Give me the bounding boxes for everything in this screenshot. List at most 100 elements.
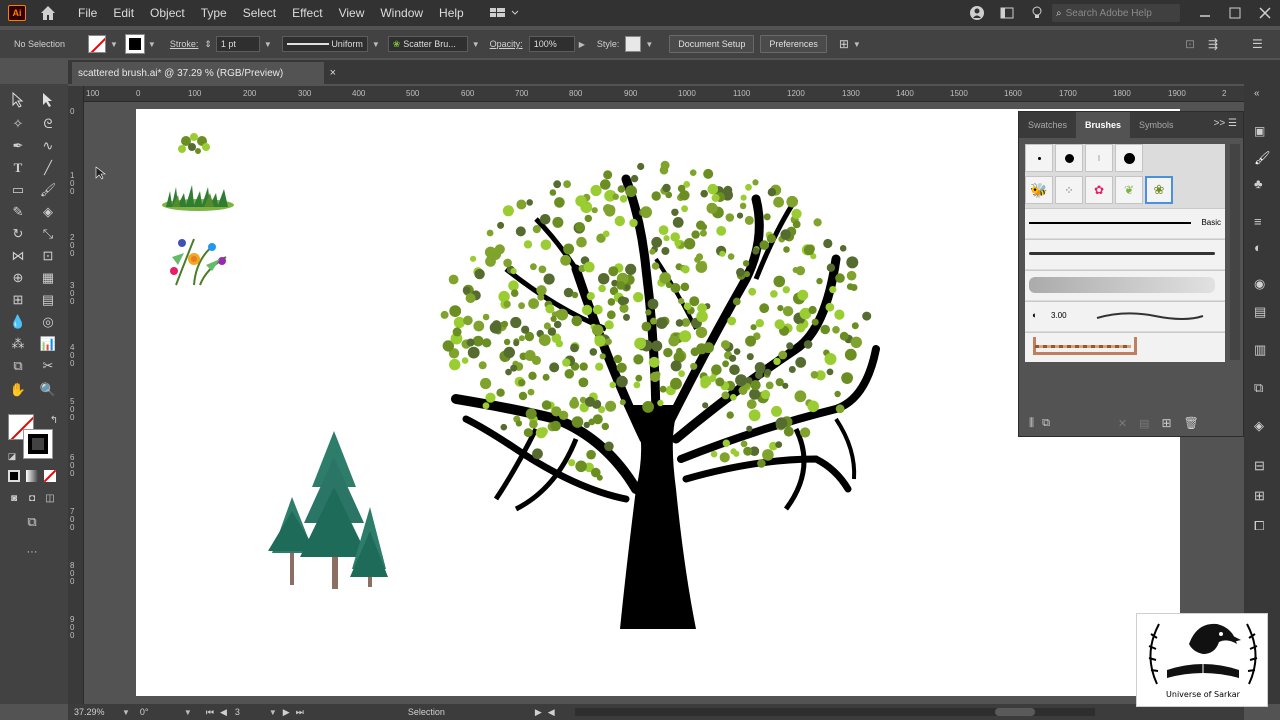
perspective-grid-tool-icon[interactable]: ▦ xyxy=(38,268,58,288)
blend-tool-icon[interactable]: ◎ xyxy=(38,312,58,332)
lasso-tool-icon[interactable]: ᘓ xyxy=(38,114,58,134)
direct-selection-tool-icon[interactable] xyxy=(38,90,58,110)
libraries-icon[interactable]: ▣ xyxy=(1254,124,1272,140)
shape-builder-tool-icon[interactable]: ⊕ xyxy=(8,268,28,288)
rotation-value[interactable]: 0° xyxy=(140,707,180,717)
rotate-tool-icon[interactable]: ↻ xyxy=(8,224,28,244)
align-panel-icon[interactable]: ⊞ xyxy=(1254,488,1272,504)
fill-dropdown-icon[interactable]: ▼ xyxy=(110,40,118,49)
fill-swatch[interactable] xyxy=(88,35,106,53)
brushes-panel-icon[interactable]: 🖌 xyxy=(1254,150,1272,166)
eraser-tool-icon[interactable]: ◈ xyxy=(38,202,58,222)
horizontal-scroll-left-icon[interactable]: ◀ xyxy=(548,707,555,718)
stroke-swatch[interactable] xyxy=(124,34,145,54)
workspace-switcher-icon[interactable] xyxy=(489,6,520,20)
menu-effect[interactable]: Effect xyxy=(284,6,330,20)
rotation-dropdown-icon[interactable]: ▼ xyxy=(184,708,192,717)
document-tab[interactable]: scattered brush.ai* @ 37.29 % (RGB/Previ… xyxy=(72,62,336,84)
default-fill-stroke-icon[interactable]: ◪ xyxy=(2,446,22,466)
brush-definition[interactable]: ❀ Scatter Bru... xyxy=(387,36,468,52)
previous-artboard-icon[interactable]: ◀ xyxy=(220,707,227,718)
appearance-panel-icon[interactable]: ◉ xyxy=(1254,276,1272,292)
brush-basic[interactable]: Basic xyxy=(1025,208,1225,238)
remove-brush-stroke-icon[interactable]: ✕ xyxy=(1118,417,1127,430)
change-screen-mode-icon[interactable]: ⧉ xyxy=(22,512,42,532)
column-graph-tool-icon[interactable]: 📊 xyxy=(38,334,58,354)
status-menu-icon[interactable]: ▶ xyxy=(535,707,542,718)
hand-tool-icon[interactable]: ✋ xyxy=(8,380,28,400)
brush-dot-medium[interactable] xyxy=(1055,144,1083,172)
stroke-stepper-icon[interactable]: ⇕ xyxy=(204,39,212,50)
mesh-tool-icon[interactable]: ⊞ xyxy=(8,290,28,310)
scale-tool-icon[interactable]: ⤡ xyxy=(38,224,58,244)
stroke-label[interactable]: Stroke: xyxy=(170,39,199,49)
line-segment-tool-icon[interactable]: ╱ xyxy=(38,158,58,178)
draw-inside-icon[interactable]: ◫ xyxy=(40,488,60,508)
draw-behind-icon[interactable]: ◘ xyxy=(22,488,42,508)
zoom-level[interactable]: 37.29% xyxy=(74,707,118,717)
style-dropdown-icon[interactable]: ▼ xyxy=(645,40,653,49)
selection-tool-icon[interactable] xyxy=(8,90,28,110)
delete-brush-icon[interactable]: 🗑 xyxy=(1184,416,1199,430)
opacity-label[interactable]: Opacity: xyxy=(490,39,523,49)
menu-select[interactable]: Select xyxy=(235,6,284,20)
draw-normal-icon[interactable]: ◙ xyxy=(4,488,24,508)
stroke-color-box[interactable] xyxy=(23,429,53,459)
align-options-icon[interactable]: ⊞ xyxy=(839,37,849,51)
brush-watercolor[interactable] xyxy=(1025,270,1225,300)
graphic-style-swatch[interactable] xyxy=(625,36,642,52)
maximize-icon[interactable] xyxy=(1228,6,1242,20)
free-transform-tool-icon[interactable]: ⊡ xyxy=(38,246,58,266)
brush-calligraphic[interactable]: ◖ 3.00 xyxy=(1025,301,1225,331)
panel-scrollbar[interactable] xyxy=(1230,144,1240,360)
help-search-input[interactable]: ⌕ Search Adobe Help xyxy=(1052,4,1180,22)
brush-libraries-menu-icon[interactable]: ⫼ xyxy=(1029,417,1034,430)
asset-export-icon[interactable]: ⊟ xyxy=(1254,458,1272,474)
brush-dropdown-icon[interactable]: ▼ xyxy=(472,40,480,49)
last-artboard-icon[interactable]: ⏭ xyxy=(296,707,304,718)
brush-charcoal[interactable] xyxy=(1025,239,1225,269)
menu-window[interactable]: Window xyxy=(372,6,431,20)
gradient-tool-icon[interactable]: ▤ xyxy=(38,290,58,310)
panel-expand-icon[interactable]: >> ☰ xyxy=(1214,118,1237,129)
brush-dot-small[interactable] xyxy=(1025,144,1053,172)
shaper-tool-icon[interactable]: ✎ xyxy=(8,202,28,222)
menu-type[interactable]: Type xyxy=(193,6,235,20)
artboard-dropdown-icon[interactable]: ▼ xyxy=(269,708,277,717)
next-artboard-icon[interactable]: ▶ xyxy=(283,707,290,718)
paintbrush-tool-icon[interactable]: 🖌 xyxy=(38,180,58,200)
document-setup-button[interactable]: Document Setup xyxy=(669,35,755,53)
brush-leaf[interactable]: ❦ xyxy=(1115,176,1143,204)
layers-panel-icon[interactable]: ◈ xyxy=(1254,418,1272,434)
menu-help[interactable]: Help xyxy=(431,6,472,20)
stroke-dropdown-icon[interactable]: ▼ xyxy=(148,40,156,49)
home-icon[interactable] xyxy=(38,3,58,23)
pine-trees[interactable] xyxy=(268,431,388,589)
brush-options-icon[interactable]: ▤ xyxy=(1139,417,1149,430)
opacity-field[interactable]: 100% xyxy=(528,36,575,52)
close-document-icon[interactable]: × xyxy=(330,67,336,79)
transform-icon[interactable]: ⊡ xyxy=(1185,37,1195,51)
leaf-cluster-sample[interactable] xyxy=(178,133,210,154)
eyedropper-tool-icon[interactable]: 💧 xyxy=(8,312,28,332)
grass-sample[interactable] xyxy=(162,185,234,211)
width-tool-icon[interactable]: ⋈ xyxy=(8,246,28,266)
close-window-icon[interactable] xyxy=(1258,6,1272,20)
account-icon[interactable] xyxy=(970,6,984,20)
horizontal-scrollbar[interactable] xyxy=(574,708,1095,716)
brush-dot-faint[interactable] xyxy=(1085,144,1113,172)
menu-object[interactable]: Object xyxy=(142,6,193,20)
menu-view[interactable]: View xyxy=(331,6,373,20)
stroke-weight-dropdown-icon[interactable]: ▼ xyxy=(264,40,272,49)
artboards-panel-icon[interactable]: ⧉ xyxy=(1254,380,1272,396)
align-dropdown-icon[interactable]: ▼ xyxy=(853,40,861,49)
color-mode-icon[interactable] xyxy=(4,466,24,486)
slice-tool-icon[interactable]: ✂ xyxy=(38,356,58,376)
graphic-styles-icon[interactable]: ▤ xyxy=(1254,304,1272,320)
type-tool-icon[interactable]: T xyxy=(8,158,28,178)
preferences-button[interactable]: Preferences xyxy=(760,35,827,53)
pathfinder-panel-icon[interactable]: ⧠ xyxy=(1254,518,1272,534)
brush-flowers[interactable]: ✿ xyxy=(1085,176,1113,204)
brush-dot-large[interactable] xyxy=(1115,144,1143,172)
tab-brushes[interactable]: Brushes xyxy=(1076,112,1131,138)
